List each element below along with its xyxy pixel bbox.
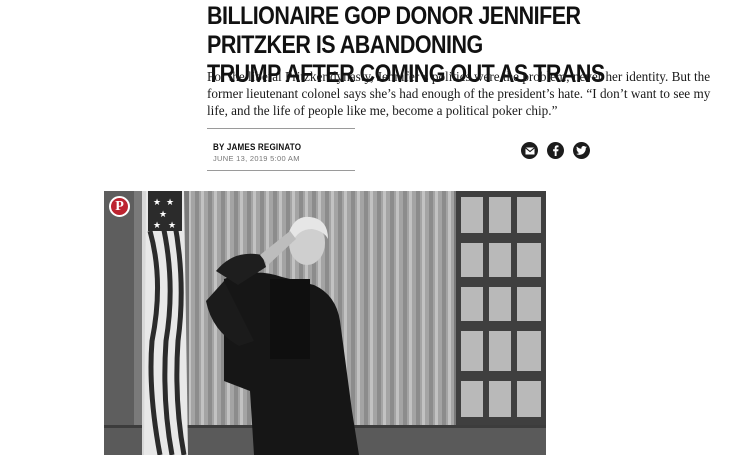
author-byline[interactable]: BY JAMES REGINATO	[213, 142, 301, 153]
hero-photo[interactable]: ★ ★ ★ ★ ★	[104, 191, 546, 455]
article-dek: For the liberal Pritzker dynasty, Jennif…	[207, 69, 711, 118]
svg-text:★: ★	[168, 221, 176, 231]
byline-divider-top	[207, 128, 355, 129]
share-email-button[interactable]	[521, 142, 538, 159]
svg-text:★: ★	[166, 198, 174, 208]
share-facebook-button[interactable]	[547, 142, 564, 159]
publish-date: JUNE 13, 2019 5:00 AM	[213, 154, 300, 163]
byline-divider-bottom	[207, 170, 355, 171]
svg-text:★: ★	[159, 210, 167, 220]
svg-text:★: ★	[153, 198, 161, 208]
twitter-icon	[576, 146, 587, 155]
pinterest-pin-button[interactable]: P	[109, 196, 130, 217]
share-twitter-button[interactable]	[573, 142, 590, 159]
facebook-icon	[553, 145, 559, 156]
hero-photo-illustration: ★ ★ ★★ ★	[104, 191, 546, 455]
svg-text:★: ★	[153, 221, 161, 231]
envelope-icon	[524, 146, 535, 154]
